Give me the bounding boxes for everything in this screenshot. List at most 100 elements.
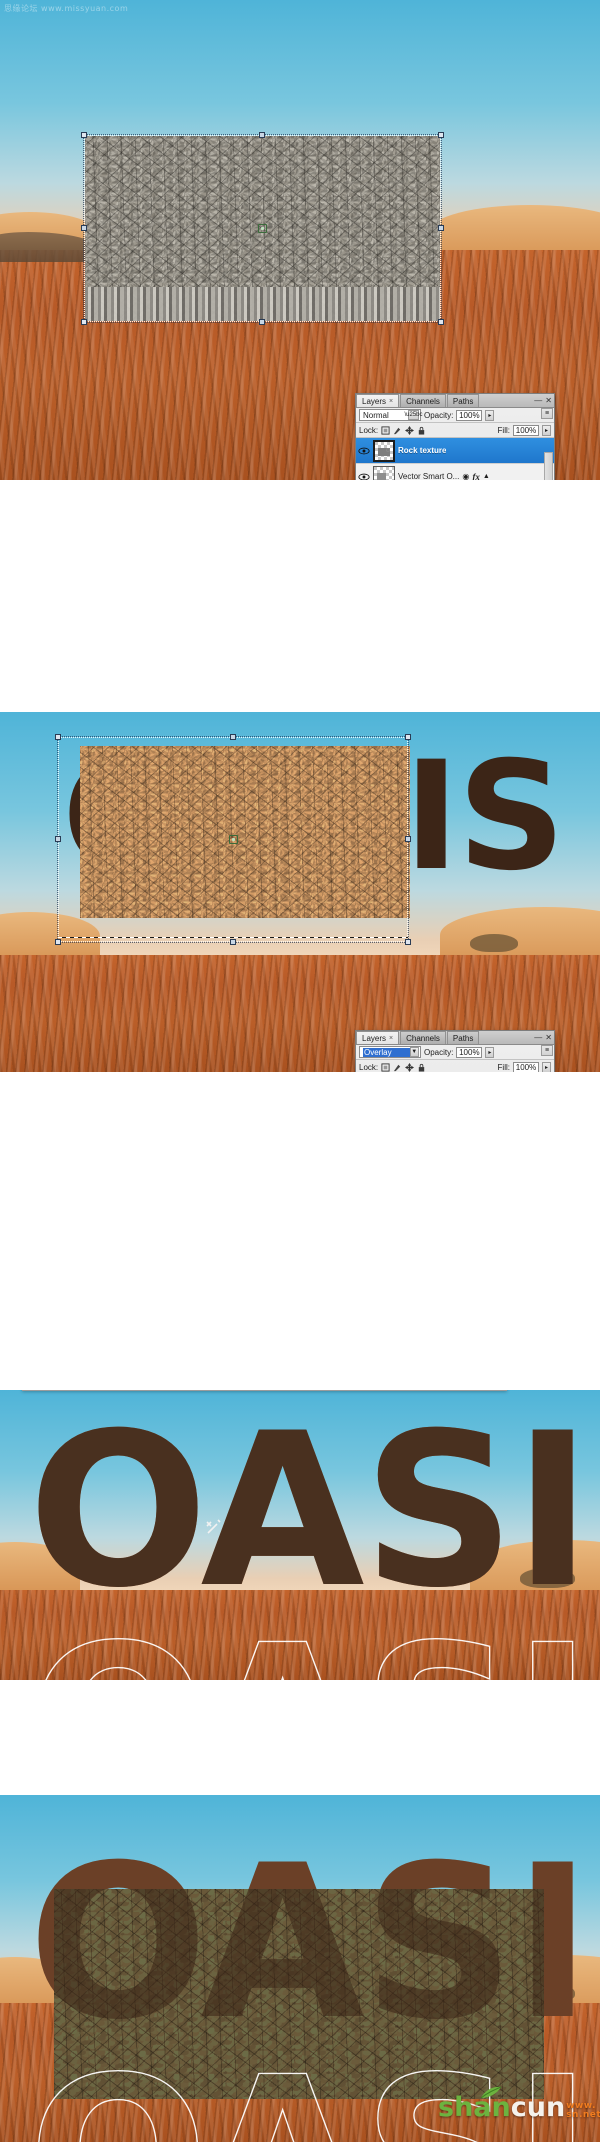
panel-tab-bar[interactable]: Layers × Channels Paths — ✕	[356, 394, 554, 408]
logo-tld-bottom: sn.net	[566, 2110, 600, 2121]
opacity-stepper-icon[interactable]: ▸	[485, 409, 495, 421]
minimize-icon[interactable]: —	[534, 396, 542, 405]
transform-handle-tr[interactable]	[405, 734, 411, 740]
transform-handle-bl[interactable]	[81, 319, 87, 325]
panel-window-buttons[interactable]: — ✕	[534, 1031, 552, 1044]
transform-handle-br[interactable]	[405, 939, 411, 945]
opacity-input[interactable]: 100%	[456, 409, 483, 421]
opacity-input[interactable]: 100%	[456, 1046, 483, 1058]
magic-wand-options-bar[interactable]: ▾ Tolerance: 50 Anti-alias Contiguous	[22, 1390, 507, 1391]
layer-row-rock-texture[interactable]: Rock texture	[356, 438, 554, 464]
lock-all-icon[interactable]	[417, 426, 426, 435]
panel-close-icon[interactable]: ✕	[545, 1033, 552, 1042]
tab-channels-label: Channels	[406, 1033, 440, 1043]
transform-handle-bm[interactable]	[259, 319, 265, 325]
site-watermark: 思缘论坛 www.missyuan.com	[4, 4, 129, 13]
lock-transparent-icon[interactable]	[381, 1062, 390, 1072]
eye-icon[interactable]	[358, 445, 370, 457]
transform-handle-bl[interactable]	[55, 939, 61, 945]
fill-stepper-icon[interactable]: ▸	[542, 424, 551, 436]
panel-menu-icon[interactable]: ≡	[541, 408, 553, 419]
fill-input[interactable]: 100%	[513, 424, 539, 436]
lock-buttons[interactable]	[381, 425, 426, 435]
opacity-label: Opacity:	[424, 410, 454, 420]
layer-name: Vector Smart O...	[398, 472, 460, 480]
transform-handle-tm[interactable]	[259, 132, 265, 138]
lock-paint-icon[interactable]	[393, 1063, 402, 1072]
panel-window-buttons[interactable]: — ✕	[534, 394, 552, 407]
transform-handle-mr[interactable]	[405, 836, 411, 842]
tab-layers[interactable]: Layers ×	[356, 394, 400, 407]
lock-fill-row: Lock: Fill: 100% ▸	[356, 1060, 554, 1072]
blend-mode-select[interactable]: Normal \u25bc	[359, 409, 423, 421]
step-4-scene: OASIS OASIS OASIS ◢ Vector Smart... ◉ fx…	[0, 1795, 600, 2142]
close-icon[interactable]: ×	[389, 398, 393, 405]
leaf-icon	[480, 2086, 502, 2099]
logo-tld: www. sn.net	[566, 2101, 600, 2121]
transform-center-point[interactable]	[229, 835, 238, 844]
transform-handle-br[interactable]	[438, 319, 444, 325]
close-icon[interactable]: ×	[389, 1035, 393, 1042]
transform-handle-tr[interactable]	[438, 132, 444, 138]
minimize-icon[interactable]: —	[534, 1033, 542, 1042]
lock-buttons[interactable]	[381, 1062, 426, 1072]
oasis-transform-group[interactable]	[55, 734, 411, 945]
panel-close-icon[interactable]: ✕	[545, 396, 552, 405]
layer-thumbnail[interactable]: ◢	[373, 465, 396, 480]
panel-tab-bar[interactable]: Layers × Channels Paths — ✕	[356, 1031, 554, 1045]
layer-name: Rock texture	[398, 446, 447, 455]
layer-thumbnail[interactable]	[373, 439, 395, 462]
layer-row-vector-smart-object[interactable]: ◢ Vector Smart O... ◉ fx ▲	[356, 464, 554, 480]
blend-mode-select[interactable]: Overlay ▼	[359, 1046, 421, 1058]
fill-stepper-icon[interactable]: ▸	[542, 1061, 551, 1072]
tab-paths[interactable]: Paths	[446, 394, 480, 407]
expand-effects-icon[interactable]: ▲	[483, 473, 490, 480]
layer-list-scrollbar[interactable]	[544, 452, 553, 480]
blend-opacity-row: Normal \u25bc Opacity: 100% ▸	[356, 408, 554, 423]
blend-mode-value: Normal	[363, 410, 389, 420]
fx-icon[interactable]: fx	[472, 472, 480, 481]
lock-all-icon[interactable]	[417, 1063, 426, 1072]
desert-bush	[470, 934, 518, 952]
transform-center-point[interactable]	[258, 224, 267, 233]
lock-move-icon[interactable]	[405, 425, 415, 435]
tab-channels[interactable]: Channels	[400, 394, 446, 407]
lock-transparent-icon[interactable]	[381, 425, 390, 435]
blend-mode-value: Overlay	[363, 1047, 410, 1057]
transform-handle-bm[interactable]	[230, 939, 236, 945]
fill-label: Fill:	[497, 1062, 510, 1072]
chevron-down-icon[interactable]: \u25bc	[405, 410, 423, 420]
tab-paths-label: Paths	[452, 1033, 474, 1043]
oasis-text-flat[interactable]: OASIS OASIS OASIS	[27, 1405, 600, 1681]
magic-wand-cursor	[206, 1519, 221, 1534]
transform-handle-ml[interactable]	[81, 225, 87, 231]
oasis-text-final[interactable]: OASIS OASIS OASIS	[27, 1837, 600, 2142]
layers-panel-step1[interactable]: Layers × Channels Paths — ✕ ≡ Normal \u2…	[355, 393, 555, 480]
layer-style-icon[interactable]: ◉	[462, 472, 469, 480]
fill-label: Fill:	[497, 425, 510, 435]
oasis-selection-outline: OASIS	[27, 1616, 600, 1680]
smart-object-badge: ◢	[387, 479, 396, 480]
layers-panel-step2[interactable]: Layers × Channels Paths — ✕ ≡ Overlay ▼ …	[355, 1030, 555, 1072]
tab-layers-label: Layers	[362, 396, 387, 406]
transform-handle-tl[interactable]	[81, 132, 87, 138]
layer-list[interactable]: Rock texture ◢ Vector Smart O... ◉ fx ▲ …	[356, 438, 554, 480]
chevron-down-icon[interactable]: ▼	[409, 1047, 419, 1057]
transform-handle-ml[interactable]	[55, 836, 61, 842]
panel-menu-icon[interactable]: ≡	[541, 1045, 553, 1056]
transform-handle-tm[interactable]	[230, 734, 236, 740]
tab-paths[interactable]: Paths	[446, 1031, 480, 1044]
tab-layers[interactable]: Layers ×	[356, 1031, 400, 1044]
blend-opacity-row: Overlay ▼ Opacity: 100% ▸	[356, 1045, 554, 1060]
opacity-stepper-icon[interactable]: ▸	[485, 1046, 495, 1058]
tab-channels[interactable]: Channels	[400, 1031, 446, 1044]
eye-icon[interactable]	[358, 471, 370, 481]
rock-texture-placement[interactable]	[81, 132, 444, 325]
lock-paint-icon[interactable]	[393, 426, 402, 435]
fill-input[interactable]: 100%	[513, 1061, 539, 1072]
transform-handle-mr[interactable]	[438, 225, 444, 231]
transform-handle-tl[interactable]	[55, 734, 61, 740]
lock-move-icon[interactable]	[405, 1062, 415, 1072]
step-3-scene: OASIS OASIS OASIS ▾	[0, 1390, 600, 1680]
opacity-label: Opacity:	[424, 1047, 454, 1057]
